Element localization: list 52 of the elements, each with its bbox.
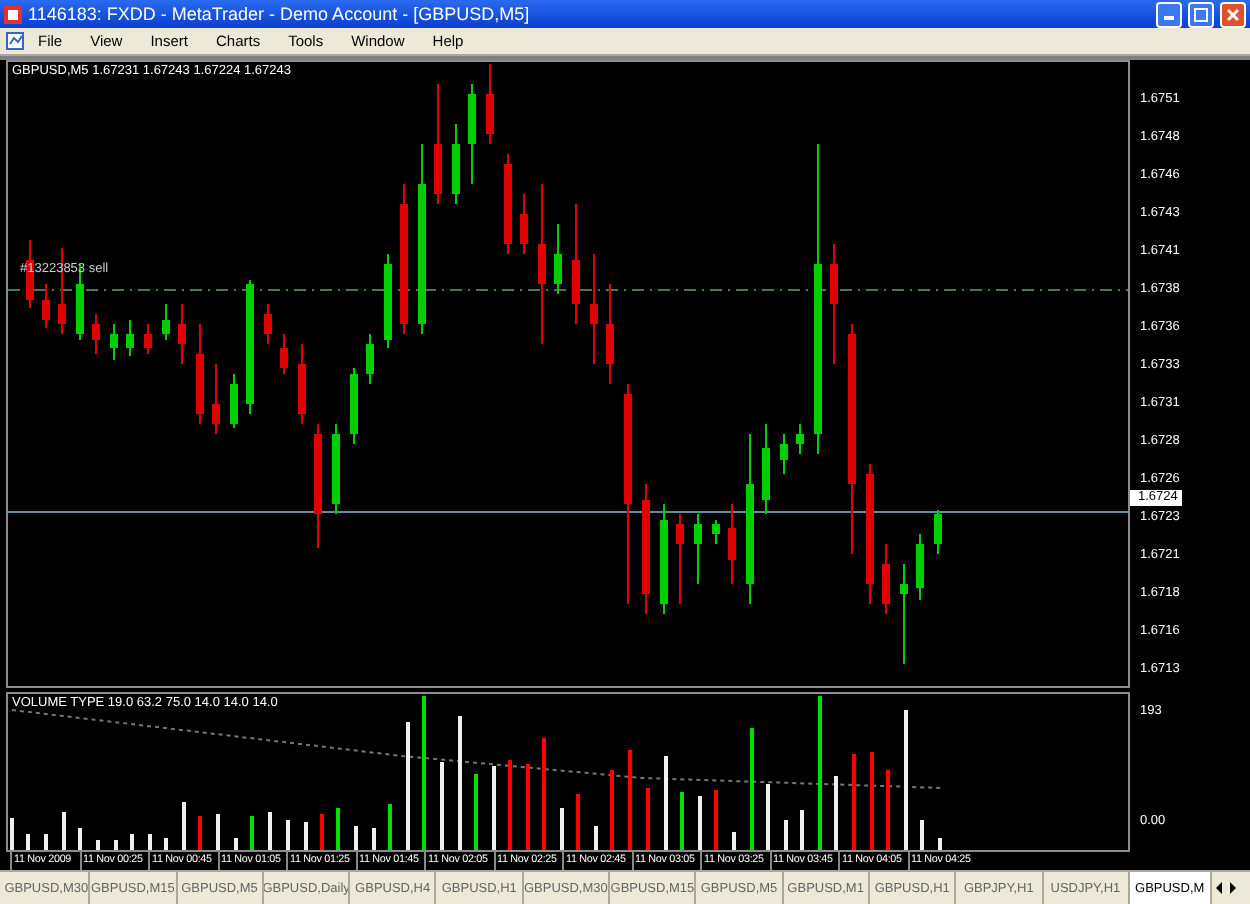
window-title: 1146183: FXDD - MetaTrader - Demo Account - [GBPUSD,M5] (28, 4, 532, 24)
candle (676, 513, 684, 605)
minimize-button[interactable] (1156, 1, 1182, 27)
candle (350, 367, 358, 445)
candle (264, 303, 272, 345)
candle (434, 83, 442, 205)
candle (468, 83, 476, 185)
candle (642, 483, 650, 615)
candle (230, 373, 238, 429)
candle (452, 123, 460, 205)
close-icon (1226, 7, 1240, 21)
candle (660, 503, 668, 615)
candle (554, 223, 562, 295)
candle (246, 279, 254, 415)
candle (110, 323, 118, 361)
chart-window-icon (6, 32, 24, 50)
candle (144, 323, 152, 355)
candle (900, 563, 908, 665)
candle (178, 303, 186, 365)
candle (882, 543, 890, 615)
candle (796, 423, 804, 455)
candle (280, 333, 288, 375)
candle (712, 519, 720, 545)
candle (196, 323, 204, 425)
candle (384, 253, 392, 349)
candle (780, 433, 788, 475)
candle (314, 423, 322, 549)
close-button[interactable] (1220, 1, 1246, 27)
candle (366, 333, 374, 385)
candle (162, 303, 170, 341)
candle (126, 319, 134, 357)
maximize-button[interactable] (1188, 1, 1214, 27)
candle (830, 243, 838, 365)
candle (486, 63, 494, 145)
candle (298, 343, 306, 425)
candle (212, 363, 220, 435)
candle (42, 283, 50, 329)
candle (762, 423, 770, 515)
maximize-icon (1194, 7, 1208, 21)
candle (572, 203, 580, 325)
candle (504, 153, 512, 255)
candle (332, 423, 340, 515)
candle (916, 533, 924, 601)
candle (866, 463, 874, 605)
candle (590, 253, 598, 365)
candle (694, 513, 702, 585)
candle (934, 509, 942, 555)
candle (606, 283, 614, 385)
app-icon (4, 5, 22, 23)
candle (520, 193, 528, 255)
candle (92, 313, 100, 355)
candle (728, 503, 736, 585)
